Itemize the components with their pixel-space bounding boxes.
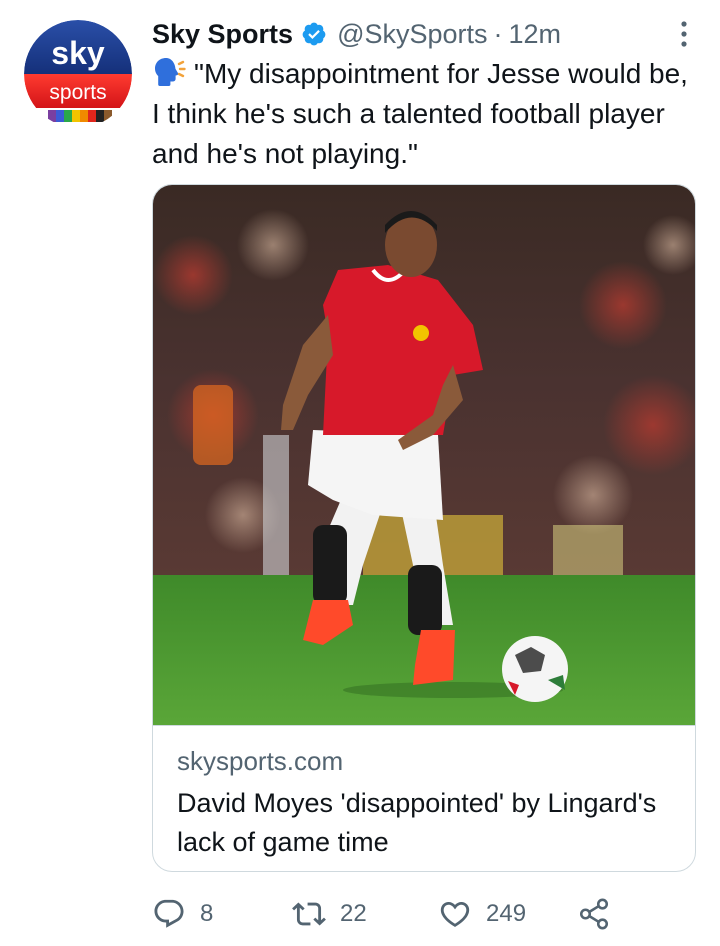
reply-button[interactable]: 8 (152, 894, 213, 934)
tweet-actions: 8 22 249 (152, 894, 672, 934)
share-icon (579, 898, 609, 930)
like-count: 249 (486, 900, 527, 927)
speaking-head-icon (152, 56, 186, 88)
separator: · (493, 18, 503, 49)
card-title: David Moyes 'disappointed' by Lingard's … (177, 788, 657, 857)
handle[interactable]: @SkySports (337, 19, 487, 50)
reply-icon (154, 899, 184, 928)
more-options-icon[interactable] (676, 18, 692, 50)
card-domain: skysports.com (177, 746, 344, 776)
share-button[interactable] (577, 894, 625, 934)
logo-brand-text: sky (51, 35, 105, 71)
retweet-icon (292, 902, 326, 926)
avatar[interactable]: sky sports (24, 20, 132, 128)
verified-badge-icon (301, 21, 327, 47)
timestamp[interactable]: 12m (509, 19, 562, 50)
reply-count: 8 (200, 900, 214, 927)
sky-sports-logo: sky sports (24, 20, 132, 128)
card-image[interactable] (153, 185, 695, 725)
logo-subbrand-text: sports (49, 81, 106, 104)
card-meta[interactable]: skysports.com David Moyes 'disappointed'… (153, 725, 695, 871)
like-icon (440, 901, 470, 927)
tweet-text: "My disappointment for Jesse would be, I… (152, 54, 697, 174)
tweet-body: "My disappointment for Jesse would be, I… (152, 58, 688, 169)
retweet-button[interactable]: 22 (292, 894, 367, 934)
retweet-count: 22 (340, 900, 367, 927)
like-button[interactable]: 249 (438, 894, 526, 934)
display-name[interactable]: Sky Sports (152, 19, 293, 50)
tweet-header: Sky Sports @SkySports · 12m (152, 14, 700, 54)
footballer-photo (153, 185, 695, 725)
link-card[interactable]: skysports.com David Moyes 'disappointed'… (152, 184, 696, 872)
